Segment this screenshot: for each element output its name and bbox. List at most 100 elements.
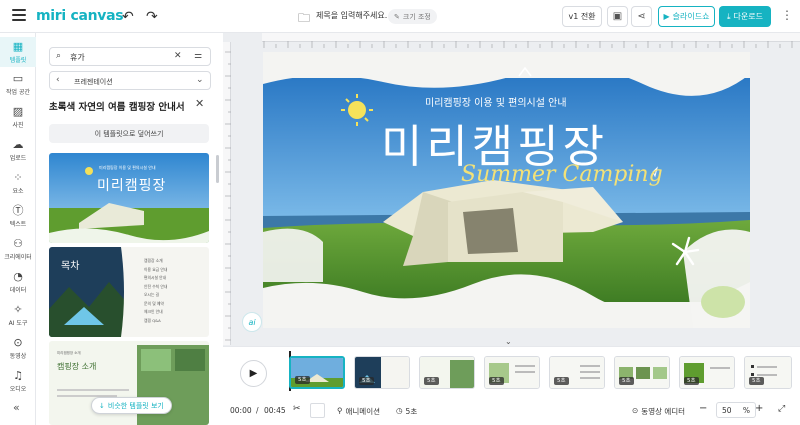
- ruler-horizontal: [262, 33, 800, 48]
- clear-search-icon[interactable]: ✕: [174, 51, 182, 61]
- template-panel: ⌕ 휴가 ✕ ⚌ ‹ 프레젠테이션 ⌄ 초록색 자연의 여름 캠핑장 안내서 ✕…: [37, 33, 222, 425]
- slideshow-button[interactable]: ▶ 슬라이드쇼: [658, 6, 715, 27]
- undo-icon[interactable]: ↶: [122, 9, 134, 25]
- nav-label: 작업 공간: [6, 88, 30, 96]
- timeline-frame-5[interactable]: 5초: [549, 356, 605, 389]
- animation-button[interactable]: ⚲ 애니메이션: [337, 406, 380, 417]
- share-icon[interactable]: ⋖: [631, 6, 652, 27]
- template-icon: ▦: [12, 39, 24, 53]
- nav-item-video[interactable]: ⊙ 동영상: [0, 333, 36, 363]
- background-color-swatch[interactable]: [310, 403, 325, 418]
- redo-icon[interactable]: ↷: [146, 9, 158, 25]
- document-title-input[interactable]: 제목을 입력해주세요.: [316, 10, 387, 21]
- toc-item: 안전 수칙 안내: [144, 283, 168, 289]
- filter-settings-icon[interactable]: ⚌: [194, 51, 202, 61]
- data-icon: ◔: [13, 269, 23, 283]
- nav-item-upload[interactable]: ☁ 업로드: [0, 135, 36, 165]
- nav-label: 동영상: [9, 352, 27, 360]
- ai-assistant-button[interactable]: ai: [242, 312, 262, 332]
- frame-duration: 5초: [749, 377, 764, 385]
- nav-item-data[interactable]: ◔ 데이터: [0, 267, 36, 297]
- arrow-down-icon: ↓: [99, 401, 105, 410]
- panel-scrollbar[interactable]: [216, 155, 219, 183]
- video-editor-button[interactable]: ⊙ 동영상 에디터: [632, 406, 685, 417]
- fullscreen-icon[interactable]: ⤢: [778, 404, 785, 414]
- zoom-value: 50: [722, 405, 732, 415]
- toc-item: 캠핑 Q&A: [144, 317, 161, 323]
- play-button[interactable]: ▶: [240, 360, 267, 387]
- ai-assistant-badge: [263, 310, 267, 328]
- search-input[interactable]: ⌕ 휴가 ✕ ⚌: [49, 47, 211, 66]
- search-value: 휴가: [70, 53, 85, 62]
- apply-template-button[interactable]: 이 템플릿으로 덮어쓰기: [49, 124, 209, 143]
- video-icon: ⊙: [13, 335, 23, 349]
- nav-label: 업로드: [9, 154, 27, 162]
- slide-script-text[interactable]: Summer Camping: [461, 162, 663, 187]
- animation-label: 애니메이션: [345, 407, 381, 416]
- nav-label: 데이터: [9, 286, 27, 294]
- search-icon: ⌕: [56, 51, 62, 61]
- frame-duration: 5초: [619, 377, 634, 385]
- frame-duration: 5초: [359, 377, 374, 385]
- nav-item-workspace[interactable]: ▭ 작업 공간: [0, 69, 36, 99]
- nav-item-text[interactable]: Ⓣ 텍스트: [0, 201, 36, 231]
- nav-item-template[interactable]: ▦ 템플릿: [0, 37, 36, 67]
- save-icon[interactable]: ▣: [607, 6, 628, 27]
- nav-item-photo[interactable]: ▨ 사진: [0, 102, 36, 132]
- nav-item-creator[interactable]: ⚇ 크리에이터: [0, 234, 36, 264]
- collapse-panel-icon[interactable]: «: [13, 401, 20, 414]
- template-page-thumb-1[interactable]: 미리캠핑장 미리캠핑장 이용 및 편의시설 안내: [49, 153, 209, 243]
- zoom-in-icon[interactable]: +: [755, 403, 763, 414]
- slideshow-label: 슬라이드쇼: [672, 12, 710, 21]
- chevron-down-icon: ⌄: [196, 75, 204, 85]
- thumb-1-subtitle: 미리캠핑장 이용 및 편의시설 안내: [99, 165, 156, 170]
- close-icon[interactable]: ✕: [195, 97, 204, 110]
- similar-label: 비슷한 템플릿 보기: [107, 401, 164, 410]
- collapse-timeline-icon[interactable]: ⌄: [505, 337, 512, 346]
- scissors-icon[interactable]: ✂: [293, 404, 301, 414]
- ruler-vertical: [223, 42, 231, 345]
- download-button[interactable]: ⤓ 다운로드: [719, 6, 771, 27]
- timeline-frame-8[interactable]: 5초: [744, 356, 792, 389]
- timer-icon: ◷: [396, 406, 403, 415]
- similar-templates-button[interactable]: ↓ 비슷한 템플릿 보기: [91, 397, 172, 414]
- nav-label: 텍스트: [9, 220, 27, 228]
- elements-icon: ⁘: [13, 170, 23, 184]
- time-separator: /: [256, 406, 259, 415]
- timeline-frame-4[interactable]: 5초: [484, 356, 540, 389]
- timeline-frame-7[interactable]: 5초: [679, 356, 735, 389]
- category-dropdown[interactable]: ‹ 프레젠테이션 ⌄: [49, 71, 211, 90]
- duration-button[interactable]: ◷ 5초: [396, 406, 417, 417]
- timeline-frame-2[interactable]: 5초: [354, 356, 410, 389]
- nav-label: 사진: [12, 121, 24, 129]
- nav-item-elements[interactable]: ⁘ 요소: [0, 168, 36, 198]
- text-icon: Ⓣ: [12, 203, 24, 217]
- version-switch-button[interactable]: v1 전환: [562, 6, 602, 27]
- folder-icon[interactable]: 🗀: [298, 9, 310, 30]
- top-toolbar: miri canvas ↶ ↷ 🗀 제목을 입력해주세요. ✎ 크기 조정 v1 …: [0, 0, 800, 33]
- more-options-icon[interactable]: ⋮: [781, 8, 793, 22]
- nav-item-ai-tools[interactable]: ✧ AI 도구: [0, 300, 36, 330]
- timeline-frame-1[interactable]: 5초: [289, 356, 345, 389]
- toc-item: 문의 및 예약: [144, 300, 164, 306]
- frame-duration: 5초: [684, 377, 699, 385]
- template-page-thumb-2[interactable]: 목차 캠핑장 소개 이용 요금 안내 편의시설 안내 안전 수칙 안내 오시는 …: [49, 247, 209, 337]
- play-screen-icon: ▶: [663, 12, 670, 21]
- zoom-unit: %: [742, 405, 750, 415]
- resize-button[interactable]: ✎ 크기 조정: [388, 9, 437, 24]
- zoom-input[interactable]: 50%: [716, 402, 756, 418]
- frame-duration: 5초: [554, 377, 569, 385]
- timeline-frame-6[interactable]: 5초: [614, 356, 670, 389]
- ai-tools-icon: ✧: [13, 302, 23, 316]
- menu-icon[interactable]: [12, 9, 26, 21]
- slide-canvas[interactable]: 미리캠핑장 이용 및 편의시설 안내 미리캠핑장 Summer Camping: [263, 52, 750, 328]
- timeline-frame-3[interactable]: 5초: [419, 356, 475, 389]
- zoom-out-icon[interactable]: −: [699, 403, 707, 414]
- frame-duration: 5초: [489, 377, 504, 385]
- thumb-2-title: 목차: [61, 261, 80, 272]
- back-chevron-icon[interactable]: ‹: [56, 75, 60, 85]
- nav-item-audio[interactable]: ♫ 오디오: [0, 366, 36, 396]
- toc-item: 체크인 안내: [144, 309, 163, 314]
- nav-label: 요소: [12, 187, 24, 195]
- slide-subtitle[interactable]: 미리캠핑장 이용 및 편의시설 안내: [425, 94, 567, 109]
